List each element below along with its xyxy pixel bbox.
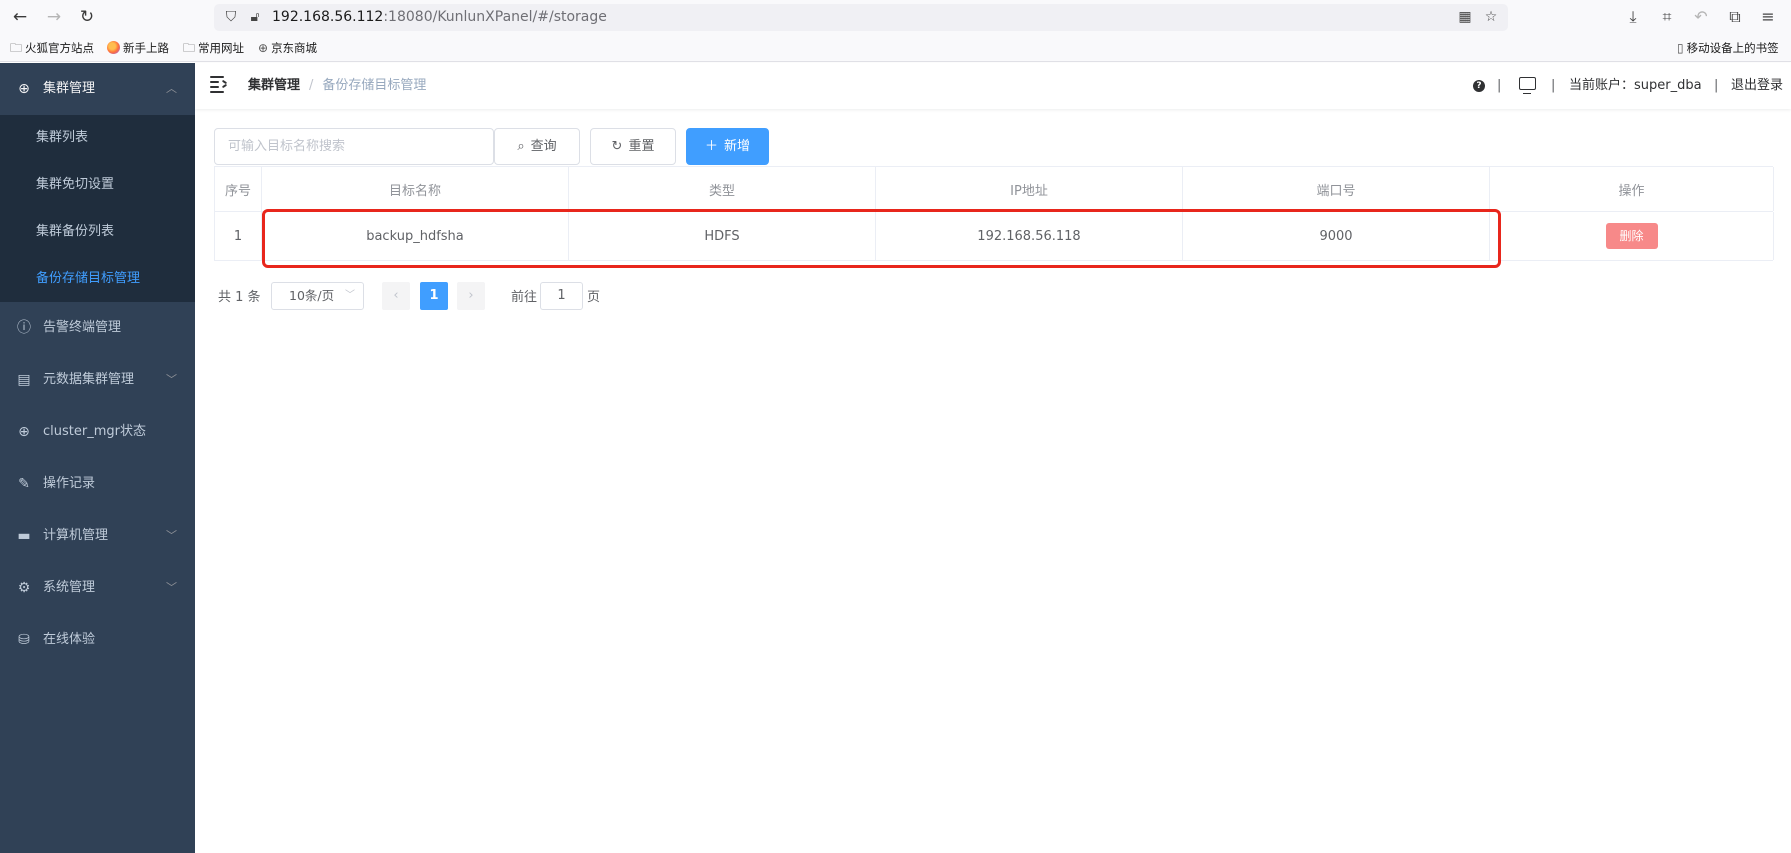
reload-icon[interactable]: ↻ xyxy=(76,6,98,28)
plus-circle-icon: ⊕ xyxy=(18,81,30,97)
bookmark-item[interactable]: 🗀︎ 火狐官方站点 xyxy=(10,34,94,62)
bookmark-item[interactable]: 新手上路 xyxy=(107,34,169,62)
globe-icon: ⊕ xyxy=(258,41,269,55)
refresh-icon: ↻ xyxy=(611,139,623,154)
extensions-icon[interactable]: ⧉ xyxy=(1724,6,1746,28)
plus-icon: ＋ xyxy=(704,139,718,154)
qr-code-icon[interactable]: ▦ xyxy=(1456,8,1474,26)
download-icon[interactable]: ⤓ xyxy=(1622,6,1644,28)
insecure-lock-icon[interactable]: 🔓︎ xyxy=(246,8,264,26)
phone-icon: ▯ xyxy=(1677,41,1684,55)
screenshot-crop-icon[interactable]: ⌗ xyxy=(1656,6,1678,28)
sidebar-item-cluster-failover[interactable]: 集群免切设置 xyxy=(0,162,195,208)
help-icon[interactable]: ? xyxy=(1473,63,1485,109)
chart-box-icon: ▤ xyxy=(17,372,31,388)
submenu-cluster: 集群列表 集群免切设置 集群备份列表 备份存储目标管理 xyxy=(0,115,195,302)
folder-icon: 🗀︎ xyxy=(183,41,196,55)
sidebar-item-backup-storage[interactable]: 备份存储目标管理 xyxy=(0,256,195,302)
crosshair-icon: ⊕ xyxy=(18,424,30,440)
current-account: 当前账户：super_dba xyxy=(1569,78,1702,93)
sidebar-item-cluster-backup[interactable]: 集群备份列表 xyxy=(0,209,195,255)
cell-actions: 删除 xyxy=(1490,212,1774,260)
page-number-button[interactable]: 1 xyxy=(420,282,448,310)
sidebar-item-computer-management[interactable]: ▬ 计算机管理 ﹀ xyxy=(0,510,195,562)
prev-page-button[interactable]: ‹ xyxy=(382,282,410,310)
column-header: 目标名称 xyxy=(262,167,569,211)
mobile-bookmarks[interactable]: ▯ 移动设备上的书签 xyxy=(1677,34,1779,62)
forward-icon[interactable]: → xyxy=(43,6,65,28)
chevron-down-icon: ﹀ xyxy=(166,373,177,386)
cell-name: backup_hdfsha xyxy=(262,212,569,260)
cell-port: 9000 xyxy=(1183,212,1490,260)
search-icon: ⌕ xyxy=(517,139,525,154)
breadcrumb: 集群管理 / 备份存储目标管理 xyxy=(248,78,427,93)
undo-icon[interactable]: ↶ xyxy=(1690,6,1712,28)
sidebar-item-operation-log[interactable]: ✎ 操作记录 xyxy=(0,458,195,510)
chevron-down-icon: ﹀ xyxy=(345,290,355,301)
sidebar-item-metadata-cluster[interactable]: ▤ 元数据集群管理 ﹀ xyxy=(0,354,195,406)
app-header: 集群管理 / 备份存储目标管理 ? | | 当前账户：super_dba | 退出登… xyxy=(195,63,1791,109)
next-page-button[interactable]: › xyxy=(457,282,485,310)
bookmark-item[interactable]: ⊕ 京东商城 xyxy=(258,34,317,62)
breadcrumb-item[interactable]: 集群管理 xyxy=(248,78,300,93)
query-button[interactable]: ⌕ 查询 xyxy=(494,128,580,165)
url-bar[interactable]: ⛉ 🔓︎ 192.168.56.112:18080/KunlunXPanel/#… xyxy=(214,4,1508,31)
table-header: 序号 目标名称 类型 IP地址 端口号 操作 xyxy=(215,167,1774,212)
alert-circle-icon: ⓘ xyxy=(17,320,31,336)
delete-button[interactable]: 删除 xyxy=(1605,223,1658,249)
back-icon[interactable]: ← xyxy=(9,6,31,28)
cell-type: HDFS xyxy=(569,212,876,260)
gear-icon: ⚙ xyxy=(17,580,31,596)
add-button[interactable]: ＋新增 xyxy=(686,128,769,165)
document-edit-icon: ✎ xyxy=(18,476,30,492)
sidebar-item-alert-terminal[interactable]: ⓘ 告警终端管理 xyxy=(0,302,195,354)
column-header: 端口号 xyxy=(1183,167,1490,211)
browser-toolbar: ← → ↻ ⛉ 🔓︎ 192.168.56.112:18080/KunlunXP… xyxy=(0,0,1791,34)
chevron-up-icon: ︿ xyxy=(166,82,177,95)
page-suffix: 页 xyxy=(587,290,601,305)
storage-table: 序号 目标名称 类型 IP地址 端口号 操作 1 backup_hdfsha H… xyxy=(214,166,1774,261)
database-icon: ⛁ xyxy=(18,632,30,648)
sidebar-toggle-icon[interactable] xyxy=(210,75,228,93)
table-row: 1 backup_hdfsha HDFS 192.168.56.118 9000… xyxy=(215,212,1774,261)
menu-icon[interactable]: ≡ xyxy=(1757,6,1779,28)
bookmark-item[interactable]: 🗀︎ 常用网址 xyxy=(183,34,244,62)
column-header: 类型 xyxy=(569,167,876,211)
logout-button[interactable]: 退出登录 xyxy=(1731,63,1783,109)
monitor-icon[interactable] xyxy=(1519,63,1536,109)
goto-page-input[interactable]: 1 xyxy=(540,282,583,310)
reset-button[interactable]: ↻ 重置 xyxy=(590,128,676,165)
chevron-down-icon: ﹀ xyxy=(166,529,177,542)
menu-cluster-management[interactable]: ⊕ 集群管理 ︿ xyxy=(0,63,195,115)
page-size-select[interactable]: 10条/页 ﹀ xyxy=(271,282,364,310)
url-text[interactable]: 192.168.56.112:18080/KunlunXPanel/#/stor… xyxy=(272,4,607,31)
bookmarks-bar: 🗀︎ 火狐官方站点 新手上路 🗀︎ 常用网址 ⊕ 京东商城 ▯ 移动设备上的书签 xyxy=(0,34,1791,62)
firefox-icon xyxy=(107,41,120,54)
monitor-icon: ▬ xyxy=(17,528,31,544)
shield-icon[interactable]: ⛉ xyxy=(222,8,240,26)
sidebar-item-online-trial[interactable]: ⛁ 在线体验 xyxy=(0,614,195,666)
sidebar-item-system-management[interactable]: ⚙ 系统管理 ﹀ xyxy=(0,562,195,614)
goto-label: 前往 xyxy=(511,290,538,305)
column-header: 操作 xyxy=(1490,167,1774,211)
sidebar-item-cluster-list[interactable]: 集群列表 xyxy=(0,115,195,161)
column-header: 序号 xyxy=(215,167,262,211)
breadcrumb-current: 备份存储目标管理 xyxy=(322,78,427,93)
chevron-down-icon: ﹀ xyxy=(166,581,177,594)
pagination-total: 共 1 条 xyxy=(218,290,261,305)
sidebar: ⊕ 集群管理 ︿ 集群列表 集群免切设置 集群备份列表 备份存储目标管理 ⓘ 告… xyxy=(0,63,195,853)
search-input[interactable] xyxy=(214,128,494,165)
cell-ip: 192.168.56.118 xyxy=(876,212,1183,260)
bookmark-star-icon[interactable]: ☆ xyxy=(1482,8,1500,26)
sidebar-item-cluster-mgr-status[interactable]: ⊕ cluster_mgr状态 xyxy=(0,406,195,458)
cell-index: 1 xyxy=(215,212,262,260)
folder-icon: 🗀︎ xyxy=(10,41,23,55)
column-header: IP地址 xyxy=(876,167,1183,211)
